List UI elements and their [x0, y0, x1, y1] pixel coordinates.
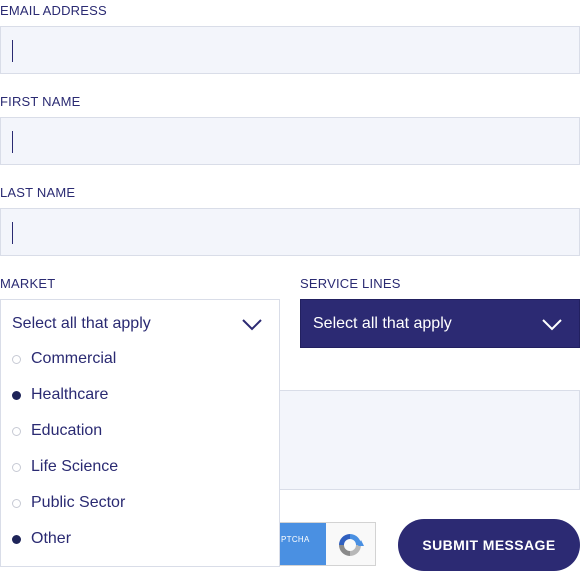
market-label: MARKET: [0, 276, 56, 291]
recaptcha-logo-icon: [339, 534, 364, 556]
option-label: Education: [31, 422, 103, 439]
chevron-down-icon: [542, 319, 562, 331]
option-label: Other: [31, 530, 72, 547]
text-caret: [12, 40, 13, 62]
submit-button[interactable]: SUBMIT MESSAGE: [398, 519, 580, 571]
recaptcha-panel: PTCHA: [279, 523, 326, 565]
market-placeholder: Select all that apply: [12, 315, 151, 332]
market-option-healthcare[interactable]: Healthcare: [12, 385, 108, 405]
radio-selected-icon: [12, 534, 21, 544]
radio-selected-icon: [12, 390, 21, 400]
market-option-other[interactable]: Other: [12, 529, 71, 549]
recaptcha-text: PTCHA: [281, 535, 310, 544]
market-option-education[interactable]: Education: [12, 421, 102, 441]
market-select[interactable]: Select all that apply: [1, 300, 279, 348]
text-caret: [12, 131, 13, 153]
radio-icon: [12, 498, 21, 508]
service-lines-placeholder: Select all that apply: [313, 315, 452, 332]
message-field[interactable]: [279, 390, 580, 490]
market-option-public-sector[interactable]: Public Sector: [12, 493, 125, 513]
option-label: Healthcare: [31, 386, 109, 403]
radio-icon: [12, 354, 21, 364]
service-lines-select[interactable]: Select all that apply: [300, 299, 580, 348]
text-caret: [12, 222, 13, 244]
email-label: EMAIL ADDRESS: [0, 3, 107, 18]
market-option-life-science[interactable]: Life Science: [12, 457, 118, 477]
chevron-down-icon: [242, 319, 262, 331]
option-label: Life Science: [31, 458, 119, 475]
market-option-commercial[interactable]: Commercial: [12, 349, 116, 369]
last-name-field[interactable]: [0, 208, 580, 256]
email-field[interactable]: [0, 26, 580, 74]
recaptcha-widget[interactable]: PTCHA: [279, 522, 376, 566]
option-label: Public Sector: [31, 494, 126, 511]
radio-icon: [12, 426, 21, 436]
first-name-label: FIRST NAME: [0, 94, 81, 109]
option-label: Commercial: [31, 350, 117, 367]
radio-icon: [12, 462, 21, 472]
market-dropdown[interactable]: Select all that apply Commercial Healthc…: [0, 299, 280, 567]
last-name-label: LAST NAME: [0, 185, 76, 200]
first-name-field[interactable]: [0, 117, 580, 165]
service-lines-label: SERVICE LINES: [300, 276, 401, 291]
